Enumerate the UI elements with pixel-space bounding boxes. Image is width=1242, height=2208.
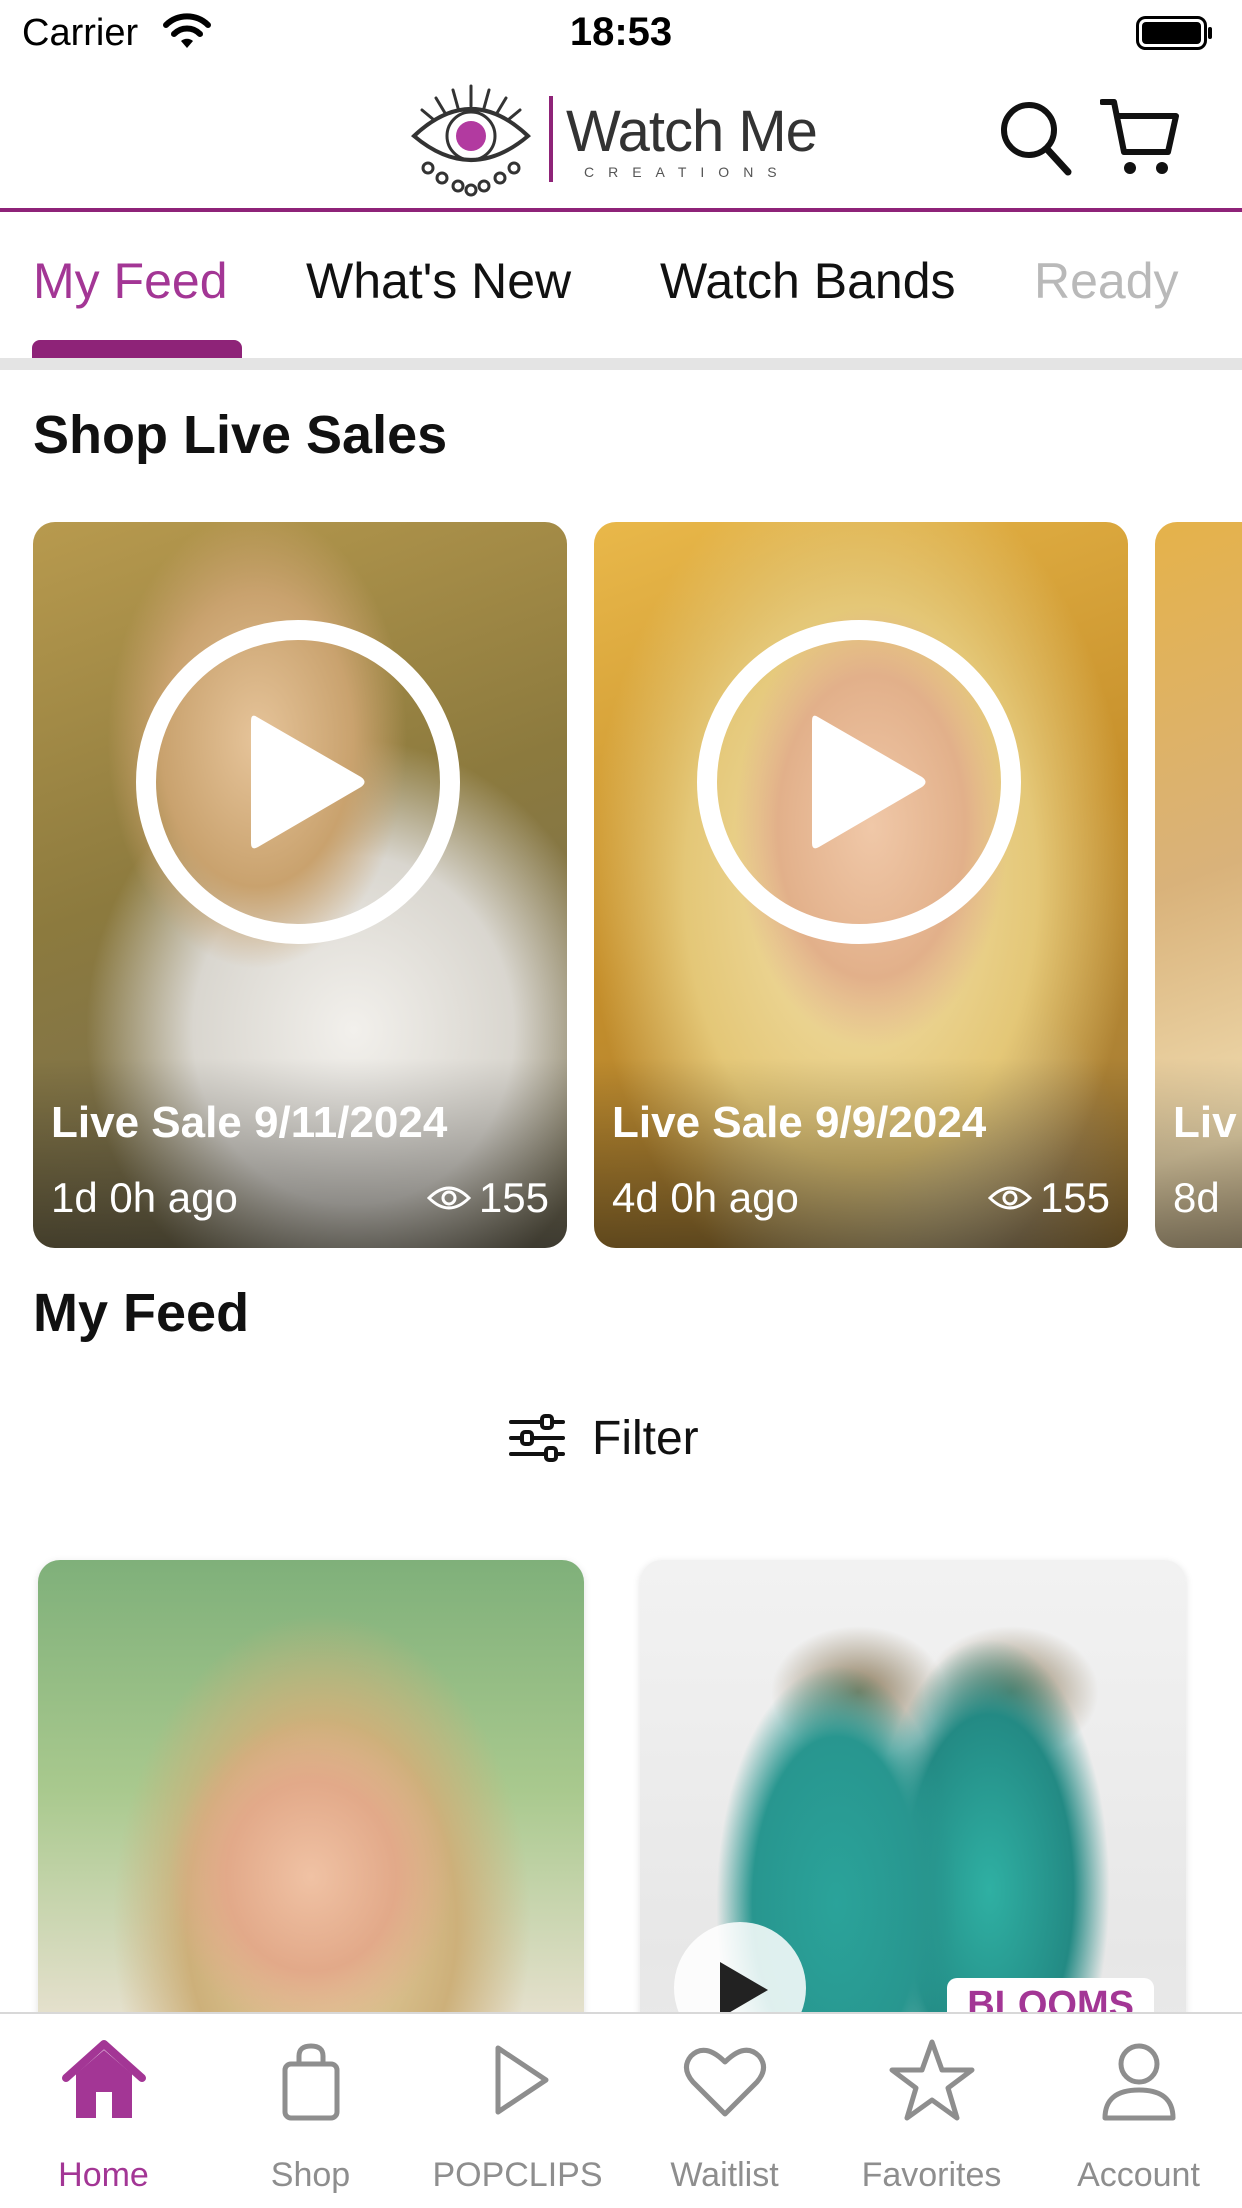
- filter-button[interactable]: Filter: [508, 1408, 699, 1468]
- search-icon[interactable]: [996, 94, 1076, 178]
- nav-waitlist[interactable]: Waitlist: [621, 2014, 828, 2208]
- view-count-value: 155: [1039, 1174, 1110, 1221]
- brand-logo[interactable]: Watch Me CREATIONS: [408, 80, 838, 200]
- live-sale-card[interactable]: Liv 8d: [1155, 522, 1242, 1248]
- brand-name: Watch Me: [566, 99, 818, 164]
- tab-my-feed[interactable]: My Feed: [33, 252, 228, 310]
- live-sale-age: 1d 0h ago: [51, 1174, 238, 1221]
- nav-label: Waitlist: [670, 2156, 779, 2194]
- nav-home[interactable]: Home: [0, 2014, 207, 2208]
- filter-label: Filter: [592, 1411, 699, 1465]
- eye-icon: [987, 1186, 1032, 1210]
- logo-divider: [549, 96, 553, 182]
- person-icon: [1102, 2043, 1176, 2121]
- nav-label: Account: [1077, 2156, 1200, 2194]
- live-sale-title: Live Sale 9/9/2024: [612, 1098, 987, 1147]
- live-sale-card[interactable]: Live Sale 9/11/2024 1d 0h ago 155: [33, 522, 567, 1248]
- eye-icon: [426, 1186, 471, 1210]
- live-sales-heading: Shop Live Sales: [33, 405, 448, 465]
- view-count: 155: [426, 1174, 549, 1222]
- nav-account[interactable]: Account: [1035, 2014, 1242, 2208]
- live-sale-age: 4d 0h ago: [612, 1174, 799, 1221]
- clock: 18:53: [569, 10, 673, 54]
- shopping-bag-icon: [282, 2043, 340, 2121]
- live-sale-title: Liv: [1173, 1098, 1237, 1147]
- home-icon: [62, 2040, 146, 2118]
- play-icon[interactable]: [135, 619, 461, 945]
- view-count: 155: [987, 1174, 1110, 1222]
- brand-subtitle: CREATIONS: [584, 164, 791, 180]
- category-tabs: My Feed What's New Watch Bands Ready: [0, 214, 1242, 364]
- tab-whats-new[interactable]: What's New: [306, 252, 571, 310]
- status-bar: Carrier 18:53: [0, 0, 1242, 66]
- tab-watch-bands[interactable]: Watch Bands: [660, 252, 956, 310]
- live-sale-title: Live Sale 9/11/2024: [51, 1098, 448, 1147]
- cart-icon[interactable]: [1100, 94, 1180, 178]
- app-header: Watch Me CREATIONS: [0, 66, 1242, 212]
- nav-label: Home: [58, 2156, 149, 2194]
- nav-shop[interactable]: Shop: [207, 2014, 414, 2208]
- play-icon: [495, 2045, 549, 2115]
- sliders-icon: [509, 1414, 565, 1462]
- bottom-tab-bar: Home Shop POPCLIPS Waitlist Favorites Ac…: [0, 2012, 1242, 2208]
- play-icon: [720, 1962, 768, 2018]
- my-feed-heading: My Feed: [33, 1283, 250, 1343]
- live-sale-age: 8d: [1173, 1174, 1220, 1221]
- tabs-divider: [0, 358, 1242, 370]
- nav-label: Shop: [270, 2156, 351, 2194]
- view-count-value: 155: [478, 1174, 549, 1221]
- live-sale-card[interactable]: Live Sale 9/9/2024 4d 0h ago 155: [594, 522, 1128, 1248]
- nav-popclips[interactable]: POPCLIPS: [414, 2014, 621, 2208]
- battery-icon: [1136, 16, 1212, 50]
- tab-ready[interactable]: Ready: [1034, 252, 1179, 310]
- heart-icon: [684, 2047, 766, 2117]
- star-icon: [889, 2039, 975, 2121]
- eye-logo-icon: [410, 84, 532, 197]
- play-icon[interactable]: [696, 619, 1022, 945]
- nav-label: POPCLIPS: [432, 2156, 603, 2194]
- nav-favorites[interactable]: Favorites: [828, 2014, 1035, 2208]
- nav-label: Favorites: [861, 2156, 1002, 2194]
- live-sales-carousel[interactable]: Live Sale 9/11/2024 1d 0h ago 155 Live S…: [0, 522, 1242, 1248]
